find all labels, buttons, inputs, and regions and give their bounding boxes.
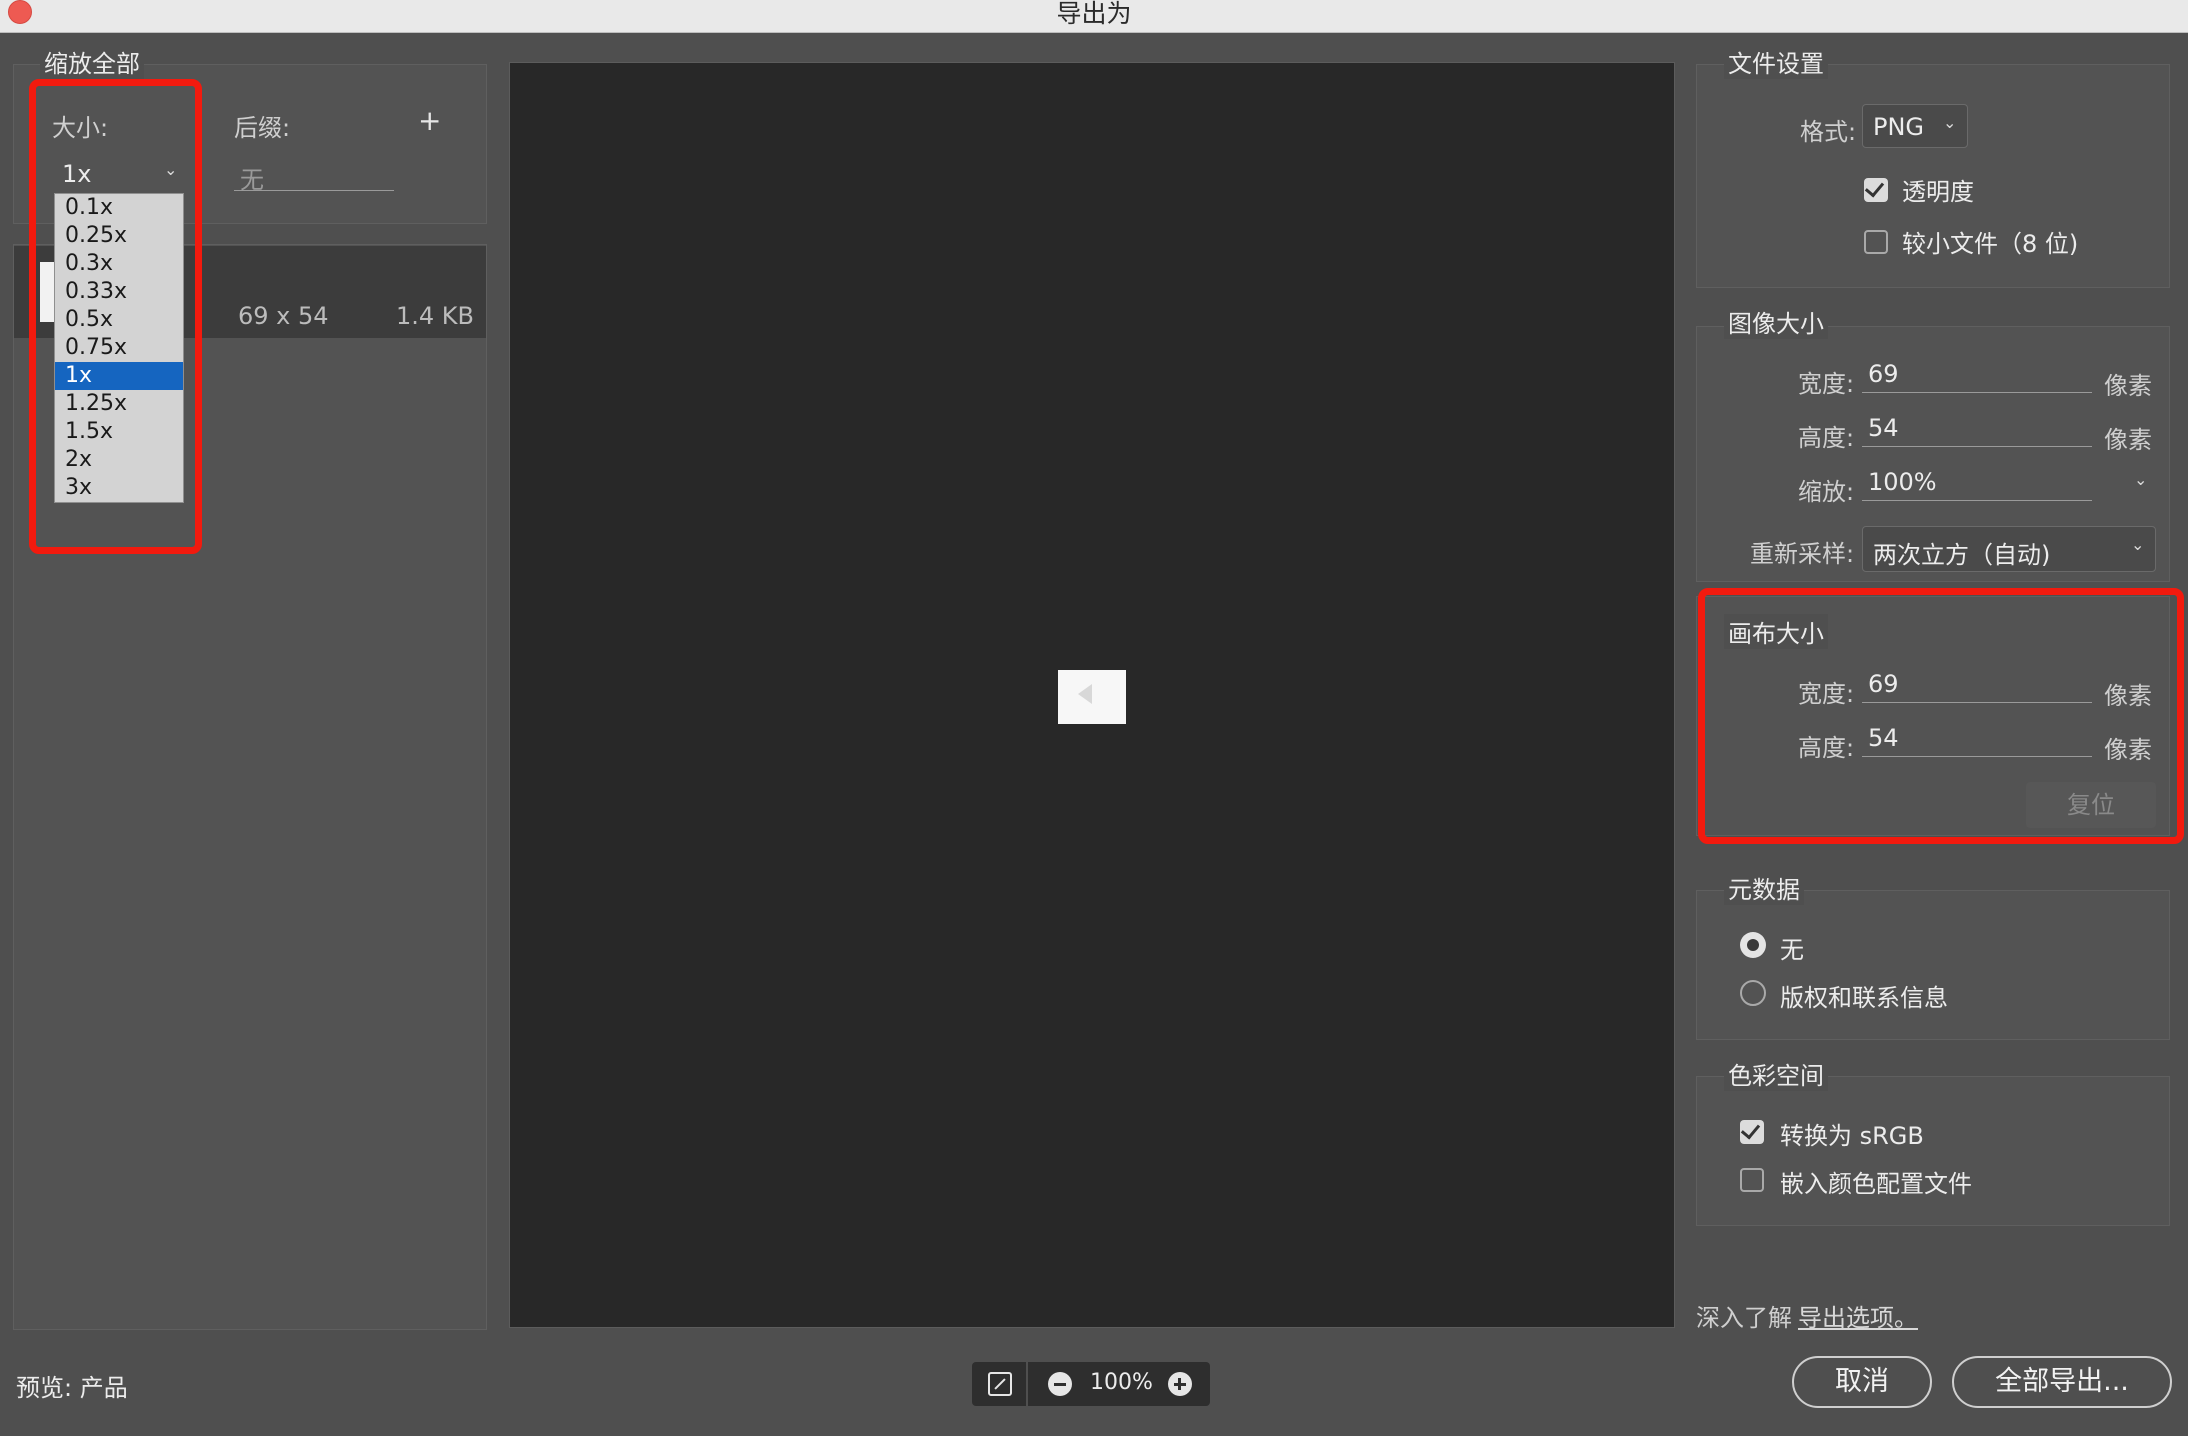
file-settings-title: 文件设置 xyxy=(1724,44,1828,79)
smaller-file-label: 较小文件（8 位) xyxy=(1902,230,2079,258)
export-options-link[interactable]: 导出选项。 xyxy=(1798,1298,1918,1333)
image-height-value: 54 xyxy=(1868,414,1899,442)
format-label: 格式: xyxy=(1800,118,1857,146)
asset-filesize: 1.4 KB xyxy=(396,302,474,330)
smaller-file-checkbox[interactable] xyxy=(1864,230,1888,254)
zoom-divider xyxy=(1026,1362,1028,1406)
scale-chevron-down-icon[interactable]: ⌄ xyxy=(2134,470,2147,489)
scale-input[interactable]: 100% xyxy=(1862,468,2092,501)
zoom-in-icon[interactable] xyxy=(1168,1372,1192,1396)
metadata-group xyxy=(1696,890,2170,1040)
zoom-in-v xyxy=(1178,1378,1181,1390)
canvas-size-highlight-box xyxy=(1698,588,2184,844)
format-value: PNG xyxy=(1873,113,1925,141)
image-width-unit: 像素 xyxy=(2104,372,2152,400)
zoom-out-icon[interactable] xyxy=(1048,1372,1072,1396)
preview-label: 预览: 产品 xyxy=(16,1374,128,1402)
image-size-title: 图像大小 xyxy=(1724,304,1828,339)
metadata-copyright-label: 版权和联系信息 xyxy=(1780,984,1948,1012)
cancel-button[interactable]: 取消 xyxy=(1792,1356,1932,1408)
image-height-input[interactable]: 54 xyxy=(1862,414,2092,447)
asset-dimensions: 69 x 54 xyxy=(238,302,329,330)
window-title: 导出为 xyxy=(1056,0,1132,28)
image-height-label: 高度: xyxy=(1798,424,1855,452)
color-space-title: 色彩空间 xyxy=(1724,1056,1828,1091)
resample-value: 两次立方（自动) xyxy=(1873,541,2051,569)
preview-image-detail xyxy=(1078,684,1092,704)
color-space-group xyxy=(1696,1076,2170,1226)
image-width-value: 69 xyxy=(1868,360,1899,388)
transparency-checkbox[interactable] xyxy=(1864,178,1888,202)
scale-value: 100% xyxy=(1868,468,1937,496)
suffix-label: 后缀: xyxy=(234,114,291,142)
format-dropdown[interactable]: PNG ⌄ xyxy=(1862,104,1968,148)
metadata-none-label: 无 xyxy=(1780,936,1804,964)
image-width-input[interactable]: 69 xyxy=(1862,360,2092,393)
chevron-down-icon: ⌄ xyxy=(1943,113,1957,132)
fit-to-view-icon[interactable] xyxy=(988,1372,1012,1396)
convert-srgb-label: 转换为 sRGB xyxy=(1780,1122,1924,1150)
convert-srgb-checkbox[interactable] xyxy=(1740,1120,1764,1144)
metadata-title: 元数据 xyxy=(1724,870,1804,905)
learn-more-text: 深入了解 xyxy=(1696,1304,1792,1332)
scale-all-title: 缩放全部 xyxy=(40,44,144,79)
suffix-placeholder: 无 xyxy=(240,166,264,194)
export-all-button[interactable]: 全部导出... xyxy=(1952,1356,2172,1408)
zoom-level: 100% xyxy=(1090,1370,1153,1395)
resample-label: 重新采样: xyxy=(1750,540,1855,568)
image-width-label: 宽度: xyxy=(1798,370,1855,398)
metadata-copyright-radio[interactable] xyxy=(1740,980,1766,1006)
image-height-unit: 像素 xyxy=(2104,426,2152,454)
metadata-none-radio[interactable] xyxy=(1740,932,1766,958)
transparency-label: 透明度 xyxy=(1902,178,1974,206)
plus-icon[interactable]: + xyxy=(418,104,441,137)
size-highlight-box xyxy=(29,79,202,554)
zoom-out-minus xyxy=(1054,1383,1066,1386)
fit-icon-stroke xyxy=(994,1378,1006,1390)
embed-profile-label: 嵌入颜色配置文件 xyxy=(1780,1170,1972,1198)
chevron-down-icon: ⌄ xyxy=(2131,535,2145,554)
suffix-input[interactable]: 无 xyxy=(234,156,394,194)
embed-profile-checkbox[interactable] xyxy=(1740,1168,1764,1192)
resample-dropdown[interactable]: 两次立方（自动) ⌄ xyxy=(1862,526,2156,572)
preview-image xyxy=(1058,670,1126,724)
scale-label: 缩放: xyxy=(1798,478,1855,506)
